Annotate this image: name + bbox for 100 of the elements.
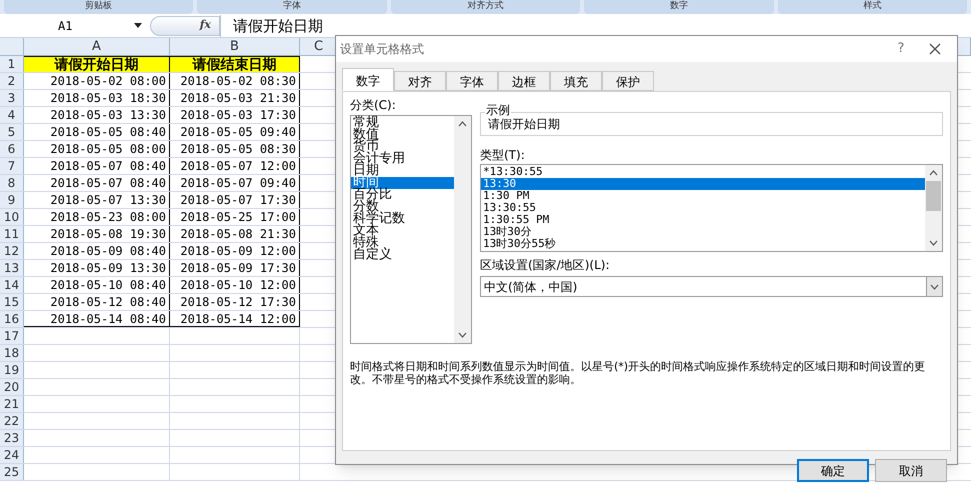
- tab[interactable]: 数字: [342, 68, 394, 91]
- category-item[interactable]: 分数: [351, 201, 454, 213]
- scroll-up-icon[interactable]: [929, 170, 938, 176]
- locale-label: 区域设置(国家/地区)(L):: [480, 257, 610, 274]
- row-header[interactable]: 22: [0, 413, 24, 429]
- table-cell: 2018-05-14 12:00: [170, 311, 300, 327]
- formula-bar-handle[interactable]: fx: [150, 16, 220, 36]
- dialog-title: 设置单元格格式: [340, 41, 425, 58]
- name-box[interactable]: A1: [0, 16, 150, 36]
- type-item[interactable]: 13时30分55秒: [481, 238, 925, 250]
- row-header[interactable]: 17: [0, 328, 24, 344]
- category-item[interactable]: 货币: [351, 141, 454, 153]
- table-cell: 2018-05-05 08:40: [24, 124, 170, 140]
- type-item[interactable]: 1:30:55 PM: [481, 214, 925, 226]
- column-header[interactable]: B: [170, 38, 300, 55]
- category-item[interactable]: 百分比: [351, 189, 454, 201]
- function-button[interactable]: fx: [200, 17, 211, 34]
- row-header[interactable]: 4: [0, 107, 24, 123]
- category-item[interactable]: 自定义: [351, 249, 454, 261]
- tab[interactable]: 对齐: [394, 71, 446, 91]
- column-header[interactable]: A: [24, 38, 170, 55]
- table-cell: 2018-05-05 08:00: [24, 141, 170, 157]
- type-label: 类型(T):: [480, 147, 526, 164]
- help-button[interactable]: ?: [881, 39, 921, 59]
- locale-dropdown[interactable]: 中文(简体，中国): [480, 276, 943, 297]
- category-label: 分类(C):: [350, 97, 397, 114]
- type-list[interactable]: *13:30:55 13:30 1:30 PM 13:30:55 1:30:55 PM 13时30分 13时30分55秒: [480, 164, 943, 252]
- ribbon-group-label: 字体: [197, 0, 387, 14]
- table-cell: 2018-05-03 21:30: [170, 90, 300, 106]
- table-cell: 2018-05-09 12:00: [170, 243, 300, 259]
- ribbon-group-label: 数字: [584, 0, 774, 14]
- ribbon-group-label: 剪贴板: [4, 0, 194, 14]
- type-item[interactable]: *13:30:55: [481, 166, 925, 178]
- header-cell: 请假结束日期: [170, 56, 300, 72]
- type-item[interactable]: 13:30: [481, 178, 925, 190]
- row-header[interactable]: 19: [0, 362, 24, 378]
- category-item[interactable]: 常规: [351, 117, 454, 129]
- dropdown-arrow-icon[interactable]: [134, 23, 142, 28]
- tab[interactable]: 字体: [446, 71, 498, 91]
- tab[interactable]: 保护: [602, 71, 654, 91]
- scroll-down-icon[interactable]: [929, 240, 938, 246]
- table-cell: 2018-05-09 08:40: [24, 243, 170, 259]
- close-icon[interactable]: [929, 43, 941, 55]
- type-item[interactable]: 1:30 PM: [481, 190, 925, 202]
- table-cell: 2018-05-05 09:40: [170, 124, 300, 140]
- ok-button[interactable]: 确定: [797, 459, 869, 482]
- row-header[interactable]: 9: [0, 192, 24, 208]
- row-header[interactable]: 12: [0, 243, 24, 259]
- table-cell: 2018-05-23 08:00: [24, 209, 170, 225]
- table-cell: 2018-05-09 17:30: [170, 260, 300, 276]
- row-header[interactable]: 5: [0, 124, 24, 140]
- scrollbar-thumb[interactable]: [926, 181, 941, 211]
- row-header[interactable]: 21: [0, 396, 24, 412]
- row-header[interactable]: 15: [0, 294, 24, 310]
- tab[interactable]: 边框: [498, 71, 550, 91]
- table-cell: 2018-05-10 12:00: [170, 277, 300, 293]
- table-cell: 2018-05-12 08:40: [24, 294, 170, 310]
- category-item[interactable]: 日期: [351, 165, 454, 177]
- row-header[interactable]: 20: [0, 379, 24, 395]
- table-cell: 2018-05-07 13:30: [24, 192, 170, 208]
- row-header[interactable]: 10: [0, 209, 24, 225]
- table-cell: 2018-05-03 17:30: [170, 107, 300, 123]
- row-header[interactable]: 2: [0, 73, 24, 89]
- table-cell: 2018-05-12 17:30: [170, 294, 300, 310]
- table-cell: 2018-05-07 08:40: [24, 175, 170, 191]
- row-header[interactable]: 16: [0, 311, 24, 327]
- type-item[interactable]: 13时30分: [481, 226, 925, 238]
- category-item[interactable]: 文本: [351, 225, 454, 237]
- table-cell: 2018-05-05 08:30: [170, 141, 300, 157]
- table-cell: 2018-05-07 12:00: [170, 158, 300, 174]
- row-header[interactable]: 8: [0, 175, 24, 191]
- row-header[interactable]: 18: [0, 345, 24, 361]
- cancel-button[interactable]: 取消: [875, 459, 947, 482]
- table-cell: 2018-05-08 19:30: [24, 226, 170, 242]
- description-text: 时间格式将日期和时间系列数值显示为时间值。以星号(*)开头的时间格式响应操作系统特定的区域日期和时间设置的更改。不带星号的格式不受操作系统设置的影响。: [350, 360, 926, 386]
- row-header[interactable]: 23: [0, 430, 24, 446]
- row-header[interactable]: 3: [0, 90, 24, 106]
- table-cell: 2018-05-02 08:30: [170, 73, 300, 89]
- sample-label: 示例: [485, 103, 511, 117]
- category-item[interactable]: 数值: [351, 129, 454, 141]
- row-header[interactable]: 6: [0, 141, 24, 157]
- scroll-up-icon[interactable]: [458, 121, 467, 127]
- table-cell: 2018-05-09 13:30: [24, 260, 170, 276]
- row-header[interactable]: 11: [0, 226, 24, 242]
- row-header[interactable]: 13: [0, 260, 24, 276]
- row-header[interactable]: 7: [0, 158, 24, 174]
- category-item[interactable]: 会计专用: [351, 153, 454, 165]
- type-item[interactable]: 13:30:55: [481, 202, 925, 214]
- tab[interactable]: 填充: [550, 71, 602, 91]
- table-cell: 2018-05-25 17:00: [170, 209, 300, 225]
- row-header[interactable]: 24: [0, 447, 24, 463]
- scroll-down-icon[interactable]: [458, 332, 467, 338]
- category-item[interactable]: 科学记数: [351, 213, 454, 225]
- ribbon-group-label: 样式: [778, 0, 968, 14]
- table-cell: 2018-05-07 08:40: [24, 158, 170, 174]
- ribbon-group-label: 对齐方式: [390, 0, 580, 14]
- row-header[interactable]: 14: [0, 277, 24, 293]
- row-header[interactable]: 1: [0, 56, 24, 72]
- sample-value: 请假开始日期: [488, 117, 560, 131]
- row-header[interactable]: 25: [0, 464, 24, 480]
